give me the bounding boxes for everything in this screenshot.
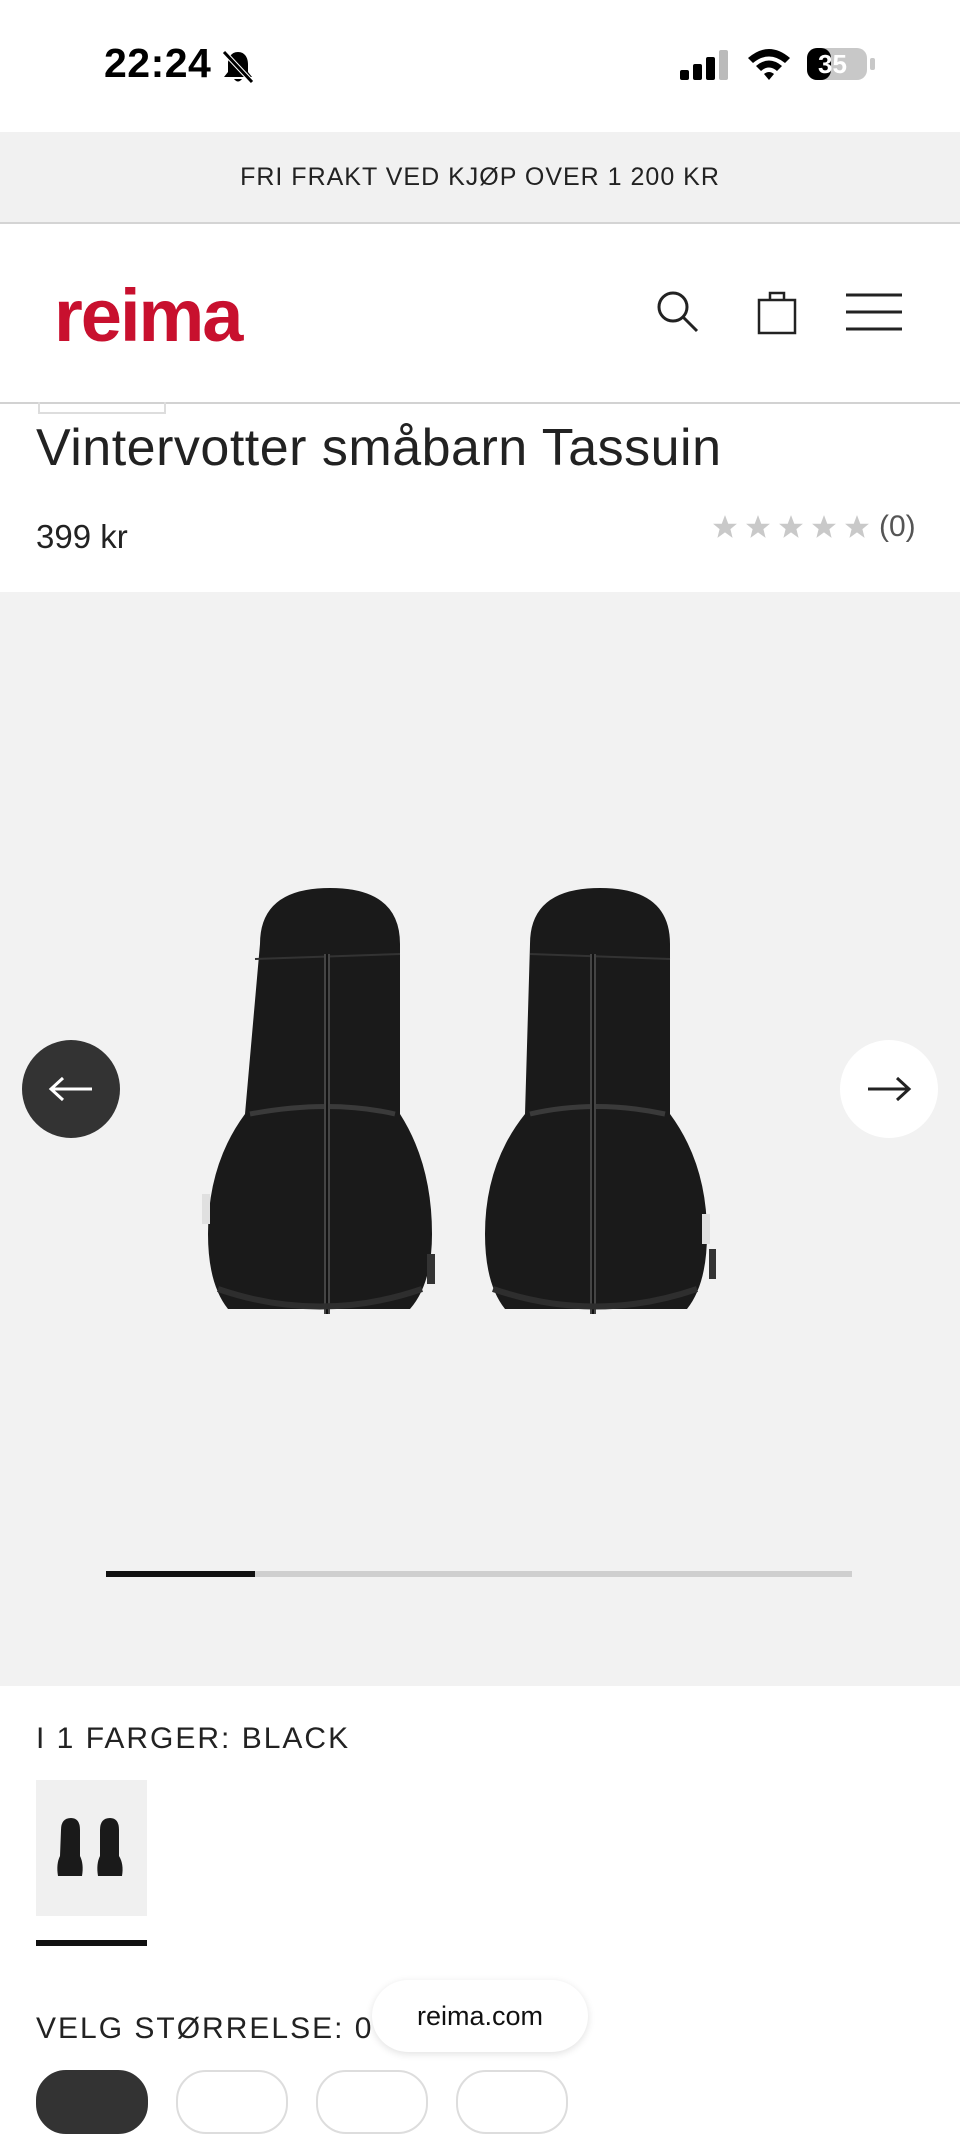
hamburger-menu-icon[interactable] <box>846 292 902 332</box>
star-icon <box>812 515 836 538</box>
size-option[interactable] <box>316 2070 428 2134</box>
gallery-next-button[interactable] <box>840 1040 938 1138</box>
product-title: Vintervotter småbarn Tassuin <box>36 419 722 477</box>
arrow-left-icon <box>48 1076 92 1102</box>
browser-url-pill[interactable]: reima.com <box>372 1980 588 2052</box>
star-icon <box>713 515 737 538</box>
rating-count: (0) <box>879 510 916 543</box>
status-bar: 22:24 35 <box>0 0 960 132</box>
promo-banner[interactable]: FRI FRAKT VED KJØP OVER 1 200 KR <box>0 132 960 224</box>
product-gallery[interactable] <box>0 592 960 1686</box>
swatch-selected-indicator <box>36 1940 147 1946</box>
product-price: 399 kr <box>36 518 128 555</box>
cellular-signal-icon <box>680 50 728 80</box>
shopping-bag-icon[interactable] <box>756 288 798 336</box>
status-time: 22:24 <box>104 40 212 86</box>
star-icon <box>779 515 803 538</box>
battery-level: 35 <box>818 49 847 79</box>
browser-url-text: reima.com <box>416 2000 544 2031</box>
tab-indicator-stub <box>38 402 166 414</box>
gallery-prev-button[interactable] <box>22 1040 120 1138</box>
product-image[interactable] <box>200 884 780 1364</box>
size-option[interactable] <box>176 2070 288 2134</box>
gallery-progress-fill <box>106 1571 256 1577</box>
search-icon[interactable] <box>654 288 700 334</box>
size-label: VELG STØRRELSE: 0 <box>36 2012 374 2045</box>
site-header: reima <box>0 224 960 404</box>
color-swatch-black[interactable] <box>36 1780 147 1916</box>
arrow-right-icon <box>868 1076 912 1102</box>
product-rating[interactable]: (0) <box>712 510 916 544</box>
gallery-progress-track[interactable] <box>106 1571 852 1577</box>
wifi-icon <box>748 49 790 80</box>
swatch-thumbnail <box>57 1818 123 1876</box>
promo-text: FRI FRAKT VED KJØP OVER 1 200 KR <box>240 162 720 191</box>
star-icon <box>746 515 770 538</box>
battery-icon: 35 <box>806 46 876 82</box>
size-option[interactable] <box>36 2070 148 2134</box>
star-icon <box>845 515 869 538</box>
size-option[interactable] <box>456 2070 568 2134</box>
bell-slash-icon <box>222 50 254 84</box>
colors-label: I 1 FARGER: BLACK <box>36 1722 351 1755</box>
reima-logo[interactable]: reima <box>54 279 243 353</box>
